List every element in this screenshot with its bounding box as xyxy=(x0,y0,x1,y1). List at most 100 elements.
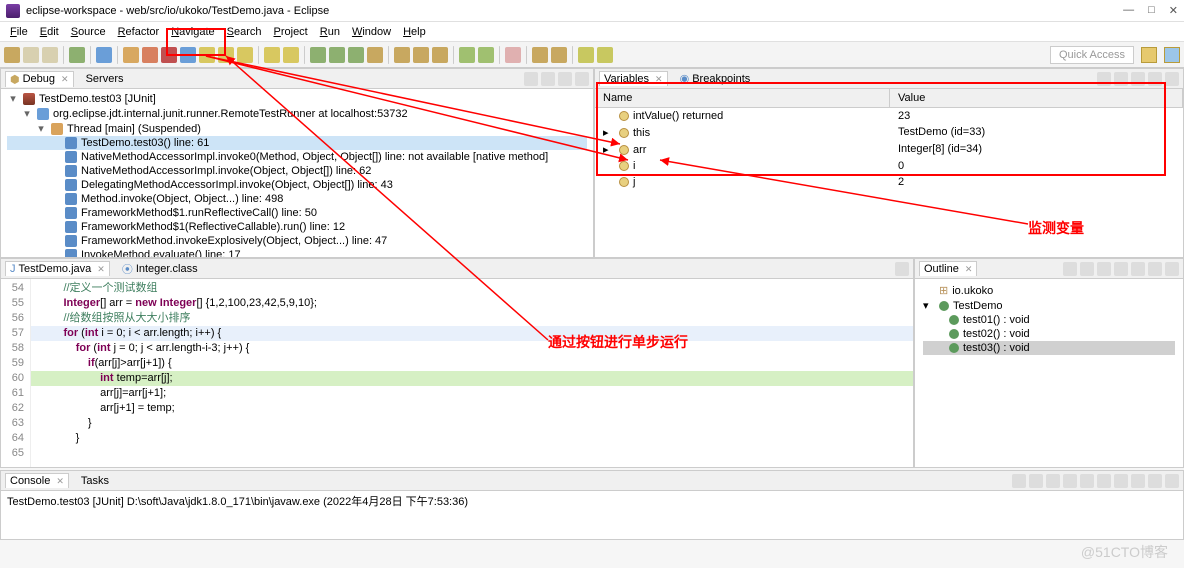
stack-frame[interactable]: FrameworkMethod$1.runReflectiveCall() li… xyxy=(7,206,587,220)
variable-row[interactable]: intValue() returned23 xyxy=(595,108,1183,124)
run-last-icon[interactable] xyxy=(367,47,383,63)
minimize-button[interactable]: — xyxy=(1123,4,1134,17)
outline-sort-icon[interactable] xyxy=(1063,262,1077,276)
debug-dropdown-icon[interactable] xyxy=(310,47,326,63)
step-return-icon[interactable] xyxy=(237,47,253,63)
console-pin-icon[interactable] xyxy=(1097,474,1111,488)
outline-class[interactable]: ▾TestDemo xyxy=(923,298,1175,313)
variable-row[interactable]: ▸ thisTestDemo (id=33) xyxy=(595,124,1183,141)
outline-menu-icon[interactable] xyxy=(1165,262,1179,276)
menu-source[interactable]: Source xyxy=(67,24,110,40)
editor-maximize-icon[interactable] xyxy=(895,262,909,276)
close-button[interactable]: ✕ xyxy=(1169,4,1178,17)
vars-col-name[interactable]: Name xyxy=(595,89,890,107)
terminate-icon[interactable] xyxy=(161,47,177,63)
outline-hide-fields-icon[interactable] xyxy=(1097,262,1111,276)
run-dropdown-icon[interactable] xyxy=(329,47,345,63)
variable-row[interactable]: j2 xyxy=(595,174,1183,190)
maximize-button[interactable]: □ xyxy=(1148,4,1155,17)
menu-window[interactable]: Window xyxy=(348,24,395,40)
tab-console[interactable]: Console✕ xyxy=(5,473,69,488)
save-icon[interactable] xyxy=(23,47,39,63)
outline-package[interactable]: ⊞io.ukoko xyxy=(923,283,1175,298)
new-class-icon[interactable] xyxy=(394,47,410,63)
vars-tool-1[interactable] xyxy=(1097,72,1111,86)
tab-testdemo-java[interactable]: JTestDemo.java✕ xyxy=(5,261,110,276)
suspend-icon[interactable] xyxy=(142,47,158,63)
stack-frame[interactable]: NativeMethodAccessorImpl.invoke(Object, … xyxy=(7,164,587,178)
outline-method[interactable]: test02() : void xyxy=(923,327,1175,341)
vars-tool-2[interactable] xyxy=(1114,72,1128,86)
console-remove-icon[interactable] xyxy=(1029,474,1043,488)
tab-tasks[interactable]: Tasks xyxy=(77,474,113,488)
open-perspective-icon[interactable] xyxy=(1141,47,1157,63)
console-scroll-icon[interactable] xyxy=(1080,474,1094,488)
menu-navigate[interactable]: Navigate xyxy=(167,24,218,40)
menu-project[interactable]: Project xyxy=(270,24,312,40)
tab-integer-class[interactable]: ⦿Integer.class xyxy=(118,260,202,278)
menu-help[interactable]: Help xyxy=(399,24,430,40)
debug-layout-icon[interactable] xyxy=(524,72,538,86)
new-icon[interactable] xyxy=(4,47,20,63)
debug-perspective-icon[interactable] xyxy=(1164,47,1180,63)
step-over-icon[interactable] xyxy=(218,47,234,63)
outline-method[interactable]: test03() : void xyxy=(923,341,1175,355)
tab-servers[interactable]: Servers xyxy=(82,72,128,86)
vars-minimize-icon[interactable] xyxy=(1148,72,1162,86)
console-removeall-icon[interactable] xyxy=(1046,474,1060,488)
line-gutter[interactable]: 545556575859606162636465 xyxy=(1,279,31,467)
debug-menu-icon[interactable] xyxy=(541,72,555,86)
new-package-icon[interactable] xyxy=(413,47,429,63)
tab-breakpoints[interactable]: ◉Breakpoints xyxy=(676,71,755,86)
console-min-icon[interactable] xyxy=(1148,474,1162,488)
tab-debug[interactable]: ⬢Debug✕ xyxy=(5,71,74,87)
stack-frame[interactable]: NativeMethodAccessorImpl.invoke0(Method,… xyxy=(7,150,587,164)
stack-frame[interactable]: ▾org.eclipse.jdt.internal.junit.runner.R… xyxy=(7,106,587,121)
use-step-filters-icon[interactable] xyxy=(283,47,299,63)
back-icon[interactable] xyxy=(532,47,548,63)
outline-hide-local-icon[interactable] xyxy=(1148,262,1162,276)
vars-tool-3[interactable] xyxy=(1131,72,1145,86)
stack-frame[interactable]: DelegatingMethodAccessorImpl.invoke(Obje… xyxy=(7,178,587,192)
console-open-icon[interactable] xyxy=(1131,474,1145,488)
outline-filter-icon[interactable] xyxy=(1080,262,1094,276)
forward-icon[interactable] xyxy=(551,47,567,63)
outline-method[interactable]: test01() : void xyxy=(923,313,1175,327)
saveall-icon[interactable] xyxy=(42,47,58,63)
outline-hide-static-icon[interactable] xyxy=(1114,262,1128,276)
variable-row[interactable]: i0 xyxy=(595,158,1183,174)
quick-access-input[interactable]: Quick Access xyxy=(1050,46,1134,64)
minimize-pane-icon[interactable] xyxy=(558,72,572,86)
menu-refactor[interactable]: Refactor xyxy=(114,24,164,40)
menu-search[interactable]: Search xyxy=(223,24,266,40)
console-terminate-icon[interactable] xyxy=(1012,474,1026,488)
stack-frame[interactable]: InvokeMethod.evaluate() line: 17 xyxy=(7,248,587,257)
pin-icon[interactable] xyxy=(505,47,521,63)
tab-variables[interactable]: Variables✕ xyxy=(599,71,668,86)
stack-frame[interactable]: ▾TestDemo.test03 [JUnit] xyxy=(7,91,587,106)
stack-frame[interactable]: Method.invoke(Object, Object...) line: 4… xyxy=(7,192,587,206)
resume-icon[interactable] xyxy=(123,47,139,63)
step-into-icon[interactable] xyxy=(199,47,215,63)
nav-back-icon[interactable] xyxy=(578,47,594,63)
menu-run[interactable]: Run xyxy=(316,24,344,40)
drop-to-frame-icon[interactable] xyxy=(264,47,280,63)
disconnect-icon[interactable] xyxy=(180,47,196,63)
vars-maximize-icon[interactable] xyxy=(1165,72,1179,86)
stack-frame[interactable]: FrameworkMethod.invokeExplosively(Object… xyxy=(7,234,587,248)
vars-col-value[interactable]: Value xyxy=(890,89,1183,107)
search-icon[interactable] xyxy=(459,47,475,63)
tab-outline[interactable]: Outline✕ xyxy=(919,261,977,276)
coverage-icon[interactable] xyxy=(348,47,364,63)
nav-fwd-icon[interactable] xyxy=(597,47,613,63)
maximize-pane-icon[interactable] xyxy=(575,72,589,86)
console-max-icon[interactable] xyxy=(1165,474,1179,488)
outline-hide-nonpublic-icon[interactable] xyxy=(1131,262,1145,276)
skip-breakpoints-icon[interactable] xyxy=(96,47,112,63)
menu-edit[interactable]: Edit xyxy=(36,24,63,40)
console-display-icon[interactable] xyxy=(1114,474,1128,488)
stack-frame[interactable]: TestDemo.test03() line: 61 xyxy=(7,136,587,150)
debug-icon[interactable] xyxy=(69,47,85,63)
stack-frame[interactable]: ▾Thread [main] (Suspended) xyxy=(7,121,587,136)
stack-frame[interactable]: FrameworkMethod$1(ReflectiveCallable).ru… xyxy=(7,220,587,234)
